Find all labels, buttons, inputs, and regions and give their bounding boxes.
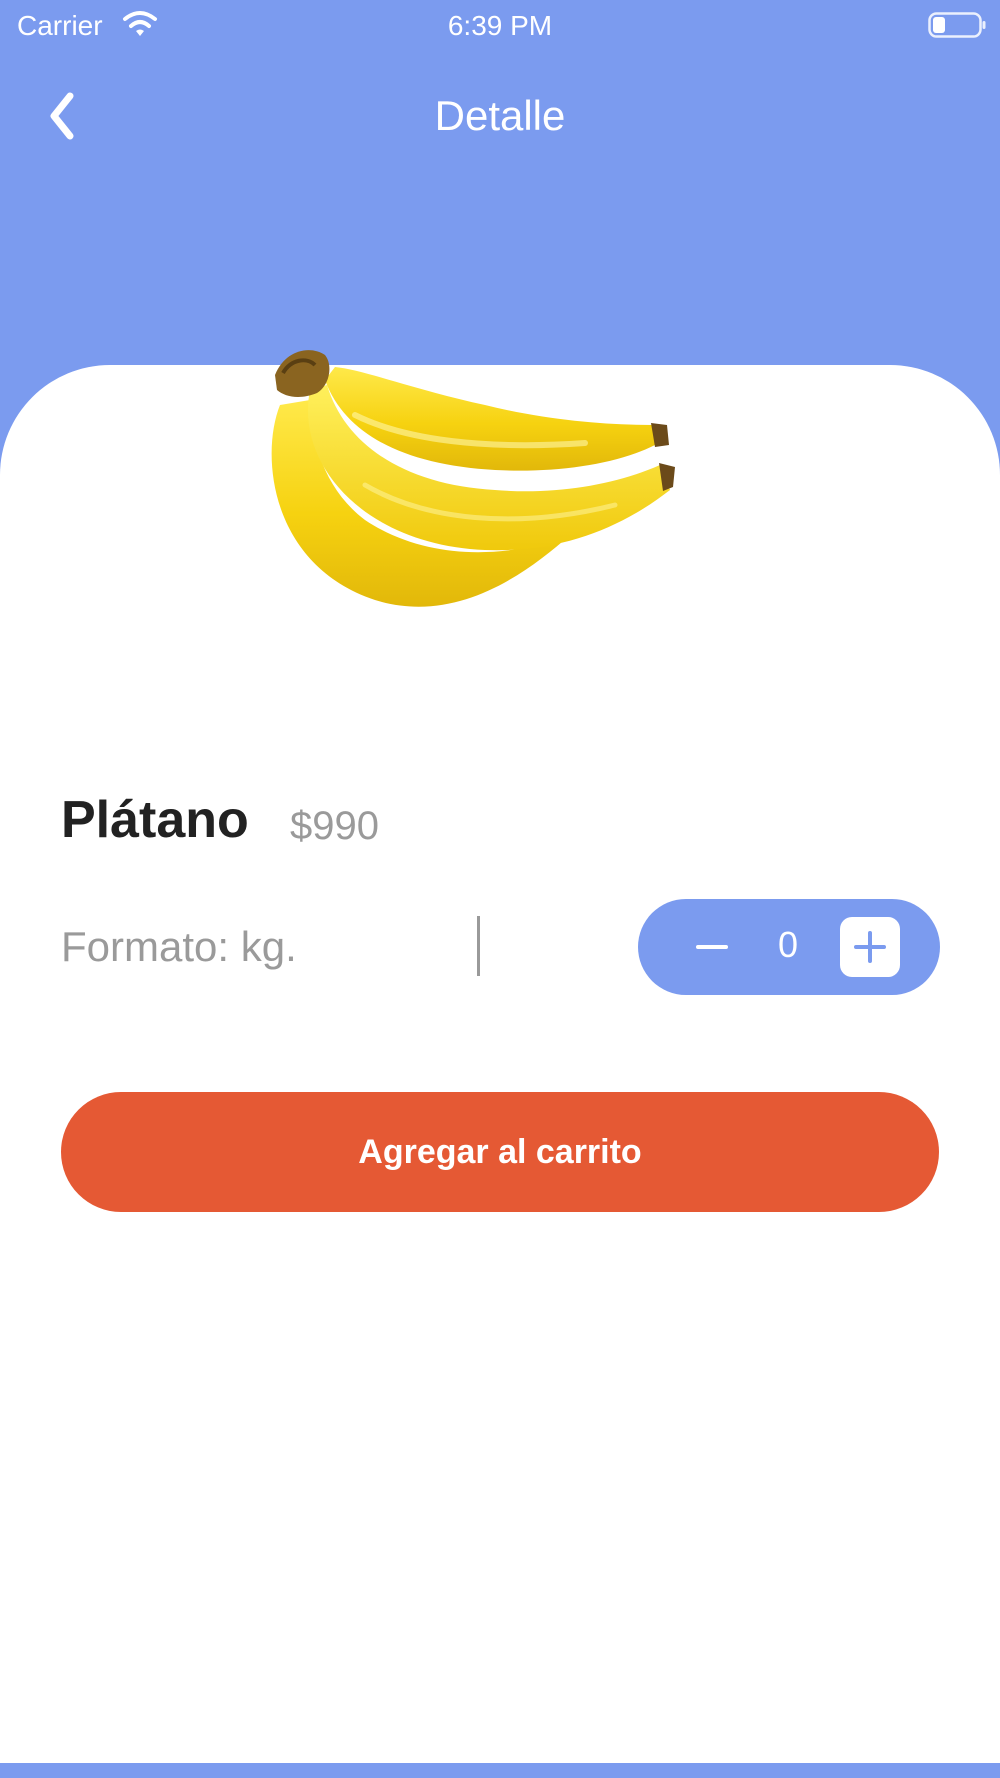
status-bar: Carrier 6:39 PM — [0, 0, 1000, 50]
increment-button[interactable] — [840, 917, 900, 977]
status-time: 6:39 PM — [447, 10, 553, 41]
battery-icon — [928, 12, 986, 38]
divider — [477, 916, 480, 976]
product-name: Plátano — [61, 791, 249, 849]
plus-icon — [854, 931, 886, 963]
decrement-button[interactable] — [682, 917, 742, 977]
banana-image — [271, 350, 675, 607]
quantity-value: 0 — [777, 924, 799, 965]
add-to-cart-button[interactable]: Agregar al carrito — [61, 1092, 939, 1212]
minus-icon — [696, 945, 728, 949]
format-label: Formato: kg. — [61, 923, 297, 970]
bottom-strip — [0, 1763, 1000, 1778]
quantity-stepper: 0 — [638, 899, 940, 995]
page-title: Detalle — [434, 92, 566, 139]
product-price: $990 — [290, 804, 379, 848]
